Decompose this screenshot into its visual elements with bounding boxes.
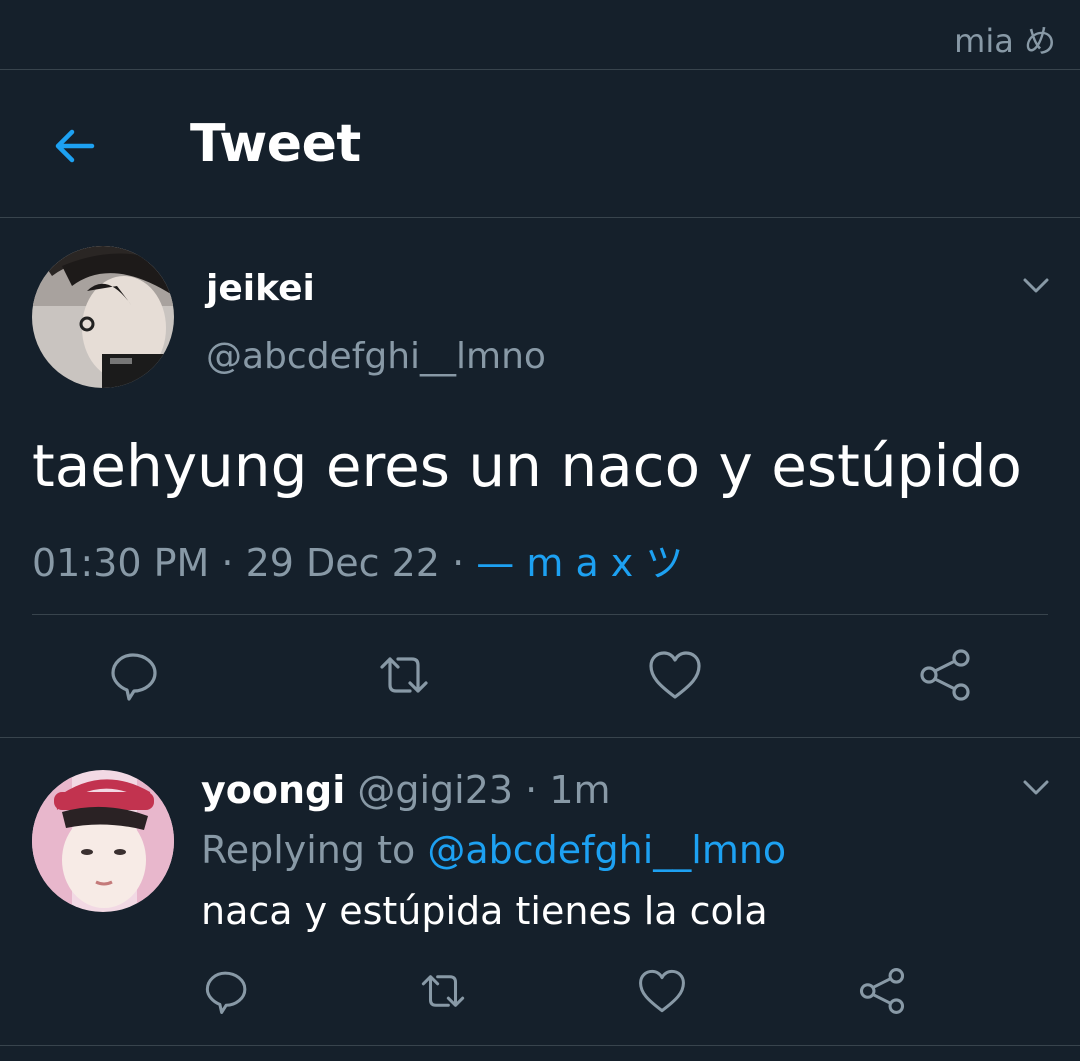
replying-to-handle[interactable]: @abcdefghi__lmno [427,828,786,872]
reply-separator: · [525,768,538,812]
share-button[interactable] [917,647,973,703]
retweet-icon [380,657,428,693]
reply-reply-button[interactable] [202,966,252,1016]
reply-header: yoongi @gigi23 · 1m [201,768,611,812]
replying-to: Replying to @abcdefghi__lmno [201,828,786,872]
header-divider [0,217,1080,218]
tweet-display-name[interactable]: jeikei [206,268,315,309]
heart-icon [639,969,685,1013]
tweet-meta: 01:30 PM · 29 Dec 22 · — m a x ツ [32,532,683,587]
retweet-button[interactable] [376,647,432,703]
reply-divider [0,1045,1080,1046]
meta-separator: · [452,541,465,585]
back-button[interactable] [50,122,98,170]
tweet-date: 29 Dec 22 [245,541,440,585]
avatar-image [32,246,174,388]
share-icon [920,649,970,701]
retweet-icon [421,975,465,1007]
avatar[interactable] [32,246,174,388]
like-button[interactable] [647,647,703,703]
reply-share-button[interactable] [857,966,907,1016]
reply-menu-button[interactable] [1018,770,1054,806]
reply-like-button[interactable] [637,966,687,1016]
reply-handle[interactable]: @gigi23 [357,768,513,812]
page-title: Tweet [190,114,361,174]
replying-to-label: Replying to [201,828,416,872]
reply-button[interactable] [107,647,163,703]
reply-text: naca y estúpida tienes la cola [201,889,768,933]
tweet-source-link[interactable]: — m a x ツ [476,541,683,585]
meta-separator: · [221,541,234,585]
tweet-divider [0,737,1080,738]
reply-retweet-button[interactable] [418,966,468,1016]
arrow-left-icon [55,129,95,163]
chevron-down-icon [1023,278,1049,293]
tweet-menu-button[interactable] [1018,268,1054,304]
carrier-label: mia め [954,22,1056,60]
status-bar: mia め [0,0,1080,69]
reply-avatar[interactable] [32,770,174,912]
reply-age: 1m [549,768,611,812]
chevron-down-icon [1023,780,1049,795]
tweet-text: taehyung eres un naco y estúpido [32,432,1022,500]
reply-avatar-image [32,770,174,912]
comment-icon [111,653,157,701]
tweet-handle[interactable]: @abcdefghi__lmno [206,336,546,377]
heart-icon [649,651,701,699]
reply-display-name[interactable]: yoongi [201,768,345,812]
comment-icon [205,971,247,1014]
status-divider [0,69,1080,70]
tweet-time: 01:30 PM [32,541,210,585]
share-icon [859,968,905,1014]
tweet-meta-divider [32,614,1048,615]
